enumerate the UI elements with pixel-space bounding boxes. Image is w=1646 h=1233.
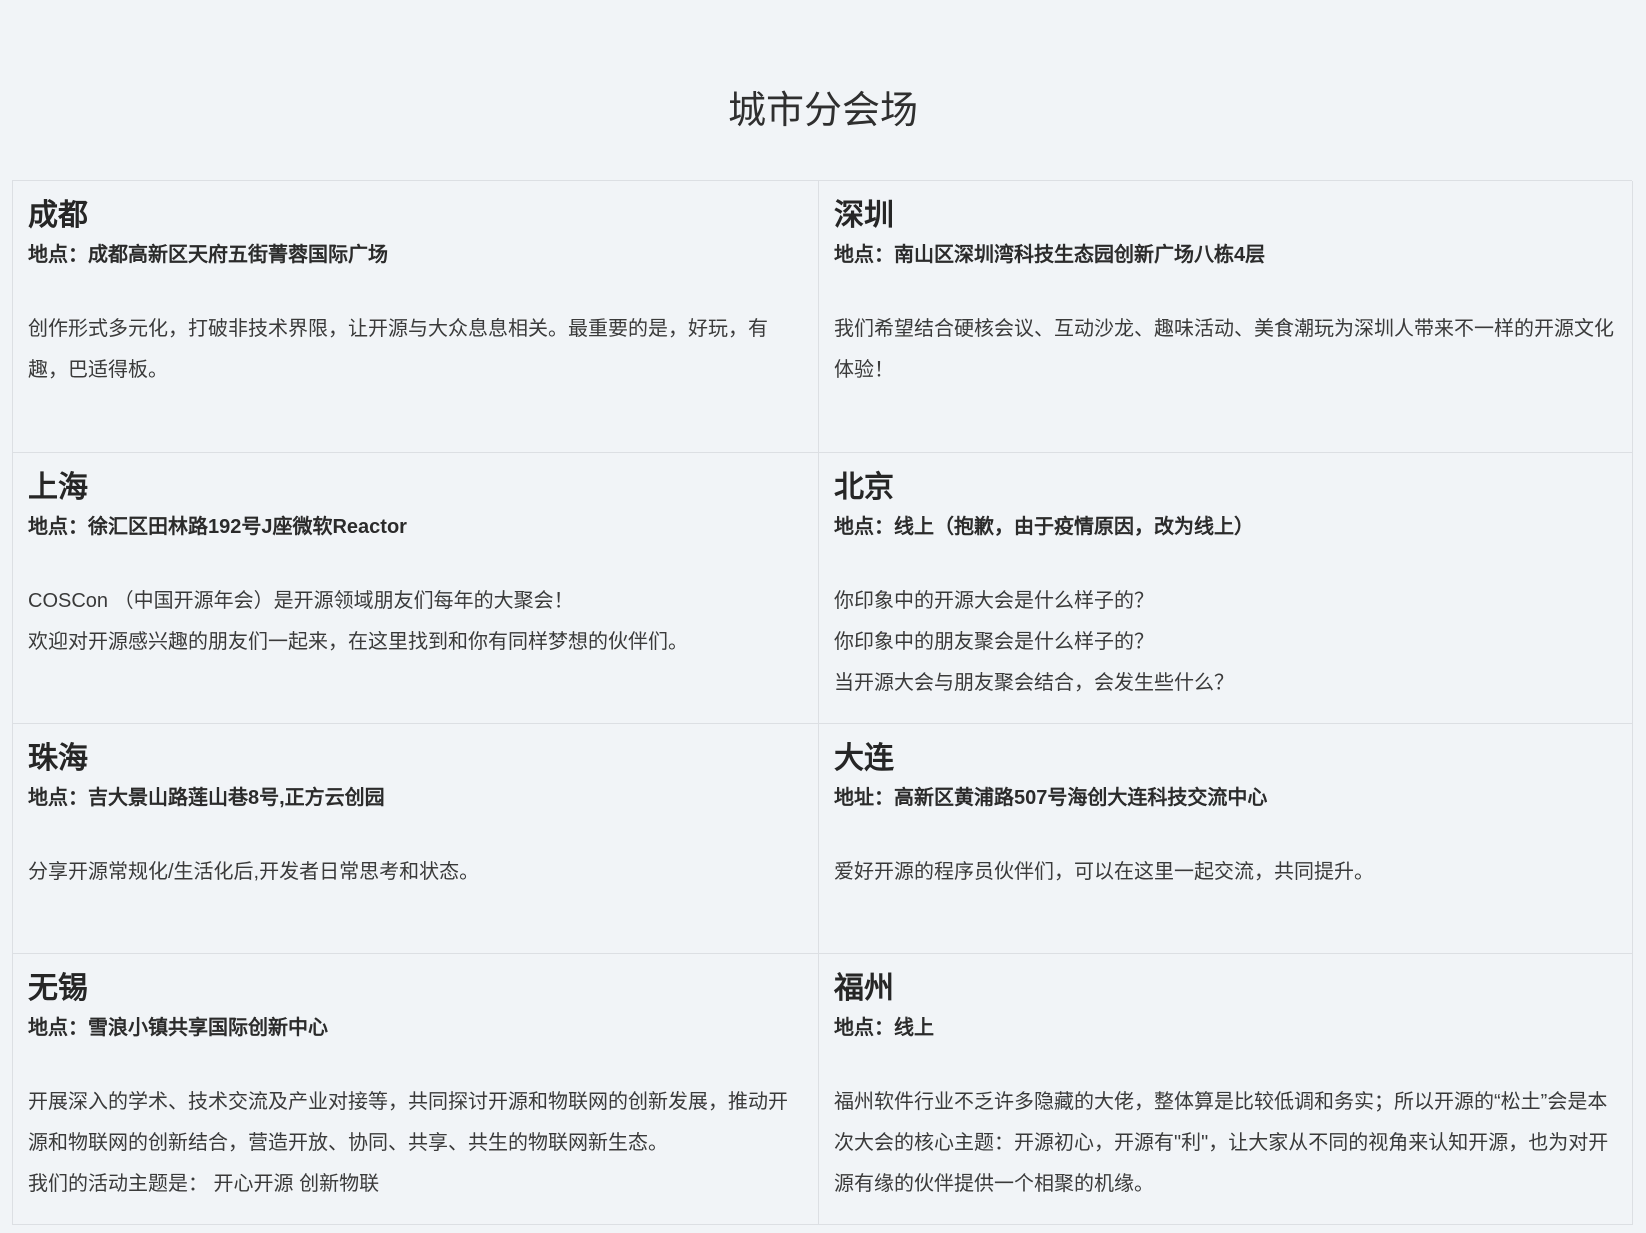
description-line: 爱好开源的程序员伙伴们，可以在这里一起交流，共同提升。 xyxy=(834,861,1374,883)
venue-description: 爱好开源的程序员伙伴们，可以在这里一起交流，共同提升。 xyxy=(834,852,1617,893)
venue-description: COSCon （中国开源年会）是开源领域朋友们每年的大聚会！ 欢迎对开源感兴趣的… xyxy=(28,581,803,663)
description-line: 当开源大会与朋友聚会结合，会发生些什么？ xyxy=(834,672,1234,694)
city-name: 无锡 xyxy=(28,972,88,1005)
venue-card-shanghai: 上海 地点：徐汇区田林路192号J座微软Reactor COSCon （中国开源… xyxy=(13,453,819,724)
venue-card-shenzhen: 深圳 地点：南山区深圳湾科技生态园创新广场八栋4层 我们希望结合硬核会议、互动沙… xyxy=(819,181,1633,453)
venue-location: 地点：吉大景山路莲山巷8号,正方云创园 xyxy=(28,787,385,809)
description-line: 你印象中的开源大会是什么样子的？ xyxy=(834,590,1154,612)
venue-description: 开展深入的学术、技术交流及产业对接等，共同探讨开源和物联网的创新发展，推动开源和… xyxy=(28,1082,803,1205)
venue-card-wuxi: 无锡 地点：雪浪小镇共享国际创新中心 开展深入的学术、技术交流及产业对接等，共同… xyxy=(13,954,819,1225)
description-line: 开展深入的学术、技术交流及产业对接等，共同探讨开源和物联网的创新发展，推动开源和… xyxy=(28,1091,788,1154)
description-line: 创作形式多元化，打破非技术界限，让开源与大众息息相关。最重要的是，好玩，有趣，巴… xyxy=(28,318,768,381)
city-name: 上海 xyxy=(28,471,88,504)
description-line: 我们的活动主题是： 开心开源 创新物联 xyxy=(28,1173,380,1195)
venue-card-fuzhou: 福州 地点：线上 福州软件行业不乏许多隐藏的大佬，整体算是比较低调和务实；所以开… xyxy=(819,954,1633,1225)
venue-description: 福州软件行业不乏许多隐藏的大佬，整体算是比较低调和务实；所以开源的“松土”会是本… xyxy=(834,1082,1617,1205)
section-title: 城市分会场 xyxy=(727,90,918,132)
venue-description: 我们希望结合硬核会议、互动沙龙、趣味活动、美食潮玩为深圳人带来不一样的开源文化体… xyxy=(834,309,1617,391)
venue-location: 地点：线上（抱歉，由于疫情原因，改为线上） xyxy=(834,516,1254,538)
venue-location: 地点：成都高新区天府五街菁蓉国际广场 xyxy=(28,244,388,266)
venue-card-dalian: 大连 地址：高新区黄浦路507号海创大连科技交流中心 爱好开源的程序员伙伴们，可… xyxy=(819,724,1633,954)
venue-location: 地点：线上 xyxy=(834,1017,934,1039)
venue-card-zhuhai: 珠海 地点：吉大景山路莲山巷8号,正方云创园 分享开源常规化/生活化后,开发者日… xyxy=(13,724,819,954)
description-line: 我们希望结合硬核会议、互动沙龙、趣味活动、美食潮玩为深圳人带来不一样的开源文化体… xyxy=(834,318,1614,381)
city-name: 深圳 xyxy=(834,199,894,232)
description-line: 福州软件行业不乏许多隐藏的大佬，整体算是比较低调和务实；所以开源的“松土”会是本… xyxy=(834,1091,1609,1195)
venue-description: 分享开源常规化/生活化后,开发者日常思考和状态。 xyxy=(28,852,803,893)
description-line: 欢迎对开源感兴趣的朋友们一起来，在这里找到和你有同样梦想的伙伴们。 xyxy=(28,631,688,653)
description-line: 你印象中的朋友聚会是什么样子的？ xyxy=(834,631,1154,653)
venue-location: 地点：徐汇区田林路192号J座微软Reactor xyxy=(28,516,407,538)
description-line: 分享开源常规化/生活化后,开发者日常思考和状态。 xyxy=(28,861,480,883)
description-line: COSCon （中国开源年会）是开源领域朋友们每年的大聚会！ xyxy=(28,590,574,612)
venue-card-beijing: 北京 地点：线上（抱歉，由于疫情原因，改为线上） 你印象中的开源大会是什么样子的… xyxy=(819,453,1633,724)
city-name: 珠海 xyxy=(28,742,88,775)
venue-location: 地点：雪浪小镇共享国际创新中心 xyxy=(28,1017,328,1039)
city-name: 成都 xyxy=(28,199,88,232)
city-name: 福州 xyxy=(834,972,894,1005)
city-name: 大连 xyxy=(834,742,894,775)
venue-location: 地址：高新区黄浦路507号海创大连科技交流中心 xyxy=(834,787,1268,809)
venue-card-chengdu: 成都 地点：成都高新区天府五街菁蓉国际广场 创作形式多元化，打破非技术界限，让开… xyxy=(13,181,819,453)
city-venue-grid: 成都 地点：成都高新区天府五街菁蓉国际广场 创作形式多元化，打破非技术界限，让开… xyxy=(12,180,1633,1225)
venue-description: 创作形式多元化，打破非技术界限，让开源与大众息息相关。最重要的是，好玩，有趣，巴… xyxy=(28,309,803,391)
venue-description: 你印象中的开源大会是什么样子的？ 你印象中的朋友聚会是什么样子的？ 当开源大会与… xyxy=(834,581,1617,704)
city-name: 北京 xyxy=(834,471,894,504)
venue-location: 地点：南山区深圳湾科技生态园创新广场八栋4层 xyxy=(834,244,1266,266)
